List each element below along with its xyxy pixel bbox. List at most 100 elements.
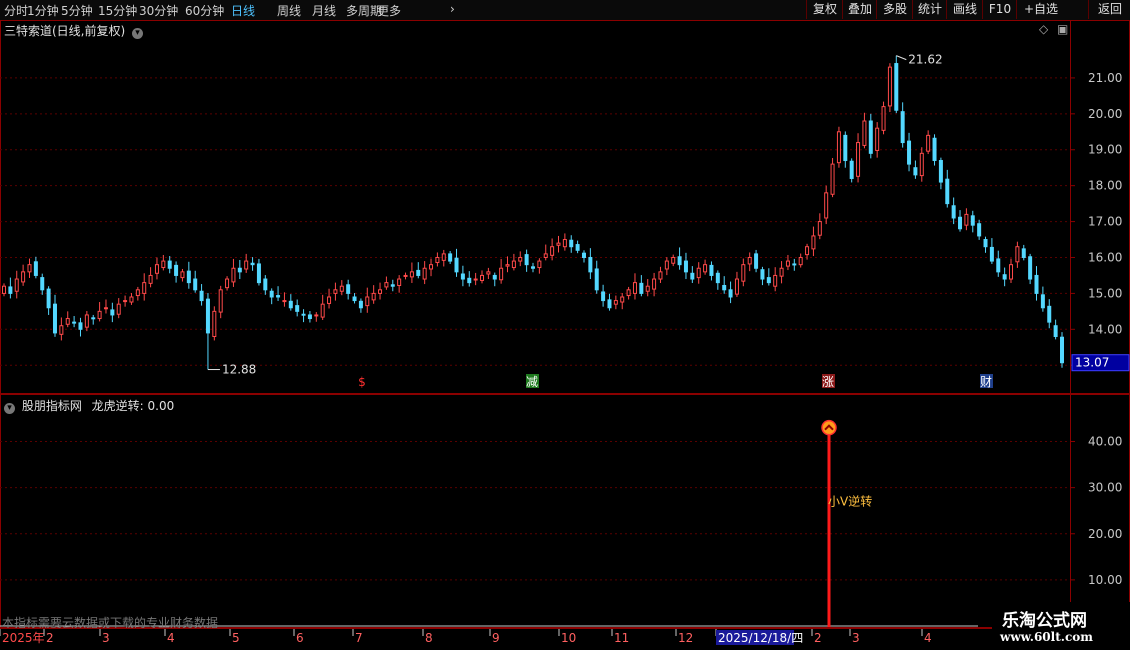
candle-body — [365, 296, 370, 307]
chart-title: 三特索道(日线,前复权) ▾ — [4, 22, 144, 39]
time-label: 2 — [814, 631, 822, 645]
candle-body — [562, 239, 567, 248]
time-axis: 2025年 2 3 4 5 6 7 8 9 10 11 12 2025/12/18/四 2 3 4 — [0, 628, 1130, 645]
candle-body — [276, 295, 281, 298]
tab-period-7[interactable]: 周线 — [277, 2, 301, 19]
candle-body — [938, 160, 943, 183]
candle-body — [1053, 325, 1058, 337]
candle-body — [792, 263, 797, 266]
candle-body — [263, 278, 268, 291]
tab-period-3[interactable]: 15分钟 — [98, 2, 137, 19]
candle-body — [282, 300, 287, 303]
candle-body — [887, 66, 892, 107]
toolbar-button-5[interactable]: F10 — [982, 0, 1017, 19]
time-label: 10 — [561, 631, 576, 645]
candle-body — [932, 137, 937, 162]
candle-body — [358, 300, 363, 309]
tab-period-5[interactable]: 60分钟 — [185, 2, 224, 19]
candle-body — [945, 178, 950, 205]
candle-body — [703, 264, 708, 273]
candle-body — [161, 260, 166, 269]
candle-body — [550, 246, 555, 256]
candle-body — [148, 274, 153, 284]
candle-body — [964, 213, 969, 226]
toolbar-button-4[interactable]: 画线 — [946, 0, 983, 19]
indicator-chart[interactable]: 10.00 20.00 30.00 40.00 小V逆转 — [0, 394, 1130, 628]
window-icon[interactable]: ▣ — [1057, 22, 1068, 36]
candle-body — [951, 205, 956, 219]
tab-period-1[interactable]: 1分钟 — [27, 2, 59, 19]
candle-body — [754, 253, 759, 269]
candle-body — [709, 264, 714, 276]
toolbar-button-1[interactable]: 叠加 — [842, 0, 877, 19]
candle-body — [843, 134, 848, 162]
indicator-title: ▾ 股朋指标网 龙虎逆转: 0.00 — [4, 397, 174, 414]
tab-period-4[interactable]: 30分钟 — [139, 2, 178, 19]
candle-body — [715, 272, 720, 284]
event-marker: $ — [358, 375, 366, 389]
candle-body — [862, 120, 867, 146]
time-label: 3 — [852, 631, 860, 645]
candle-body — [543, 253, 548, 258]
time-label: 5 — [232, 631, 240, 645]
candle-body — [154, 264, 159, 274]
candle-body — [212, 310, 217, 337]
candle-body — [186, 270, 191, 284]
candle-body — [645, 285, 650, 292]
candle-body — [199, 290, 204, 302]
time-label: 8 — [425, 631, 433, 645]
toolbar-button-2[interactable]: 多股 — [876, 0, 913, 19]
event-marker: 涨 — [822, 374, 834, 389]
candle-body — [2, 285, 6, 294]
candle-body — [441, 253, 446, 261]
toolbar-button-6[interactable]: +自选 — [1016, 0, 1065, 19]
candle-body — [473, 278, 478, 281]
chevron-down-icon[interactable]: ▾ — [132, 28, 144, 39]
tab-period-10[interactable]: 更多 — [377, 2, 401, 19]
candle-body — [218, 289, 223, 313]
candle-body — [320, 303, 325, 318]
candle-body — [167, 260, 172, 269]
candle-body — [652, 278, 657, 290]
price-chart[interactable]: 13.0014.0015.0016.0017.0018.0019.0020.00… — [0, 20, 1130, 394]
tab-period-2[interactable]: 5分钟 — [61, 2, 93, 19]
candle-body — [78, 322, 83, 330]
indicator-value: 龙虎逆转: 0.00 — [91, 399, 175, 413]
time-label: 4 — [167, 631, 175, 645]
candle-body — [1021, 248, 1026, 258]
toolbar-button-0[interactable]: 复权 — [806, 0, 843, 19]
chevron-down-icon[interactable]: ▾ — [4, 403, 15, 414]
tab-period-8[interactable]: 月线 — [312, 2, 336, 19]
candle-body — [193, 278, 198, 291]
candle-body — [1060, 336, 1064, 364]
candle-body — [875, 127, 880, 151]
more-chevron-icon[interactable]: › — [450, 2, 455, 16]
candle-body — [409, 271, 414, 278]
current-price-label: 13.07 — [1075, 356, 1109, 370]
site-logo: 乐淘公式网 www.60lt.com — [992, 602, 1130, 650]
candle-body — [728, 289, 733, 298]
candle-body — [747, 256, 752, 265]
toolbar-button-3[interactable]: 统计 — [912, 0, 947, 19]
candle-body — [958, 216, 963, 230]
candle-body — [779, 267, 784, 277]
candle-body — [868, 120, 873, 154]
candle-body — [65, 318, 70, 325]
candle-body — [639, 282, 644, 294]
candle-body — [97, 310, 102, 320]
candle-body — [448, 253, 453, 262]
tab-period-6[interactable]: 日线 — [231, 2, 255, 19]
candle-body — [620, 296, 625, 303]
candle-body — [607, 299, 612, 309]
candle-body — [460, 273, 465, 280]
diamond-icon[interactable]: ◇ — [1039, 22, 1048, 36]
candle-body — [8, 286, 13, 294]
candle-body — [135, 289, 140, 297]
time-label: 2 — [46, 631, 54, 645]
event-marker: 减 — [526, 375, 538, 389]
candle-body — [174, 264, 179, 276]
tab-period-0[interactable]: 分时 — [4, 2, 28, 19]
toolbar-button-7[interactable]: 返回 — [1088, 0, 1130, 19]
candle-body — [798, 256, 803, 266]
time-label: 2025年 — [2, 631, 45, 645]
